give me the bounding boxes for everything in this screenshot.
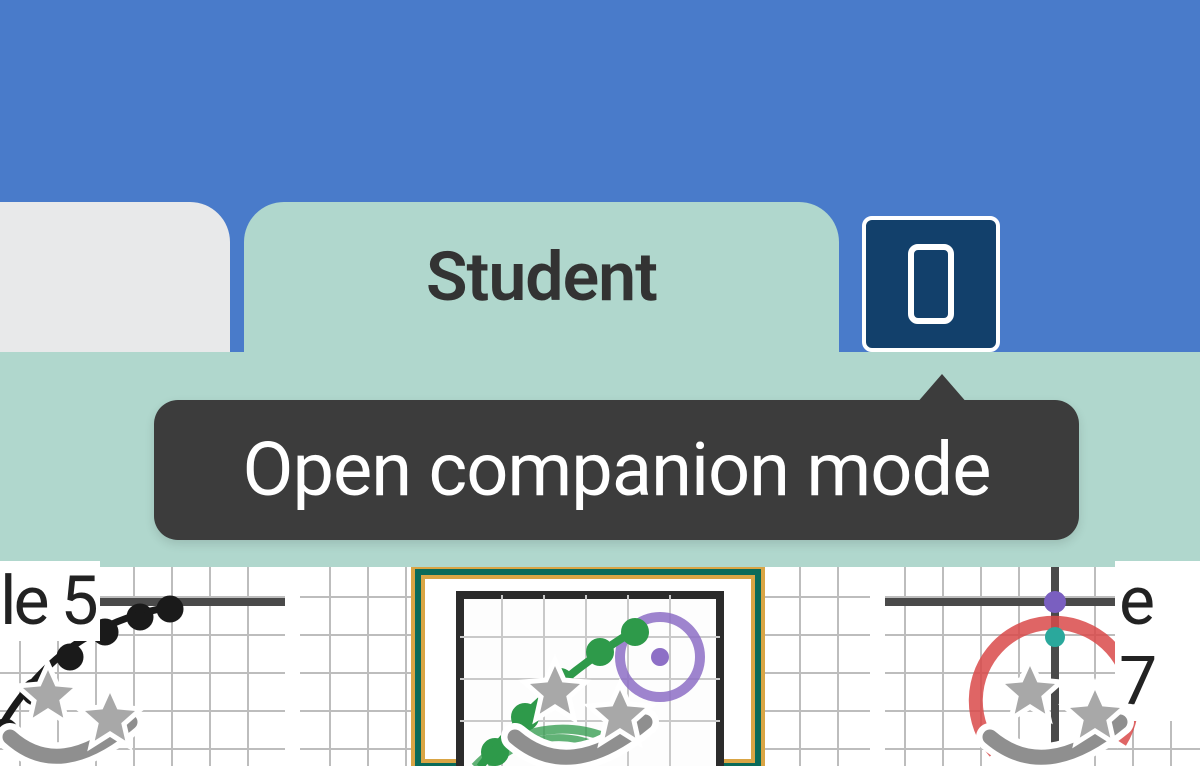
phone-icon [908,244,954,324]
tab-student-label: Student [426,237,657,317]
student-card-left[interactable]: le 5 [0,567,285,766]
tab-student[interactable]: Student [244,202,839,352]
companion-tooltip: Open companion mode [154,400,1079,540]
tab-teacher[interactable]: er [0,202,230,352]
badge-icon [970,652,1170,766]
card-left-label: le 5 [0,561,100,641]
badge-icon [495,652,695,766]
badge-icon [0,652,180,766]
student-card-right[interactable]: e 7 [885,567,1200,766]
open-companion-mode-button[interactable] [862,216,1000,352]
companion-tooltip-text: Open companion mode [243,427,991,514]
student-card-middle[interactable] [300,567,870,766]
